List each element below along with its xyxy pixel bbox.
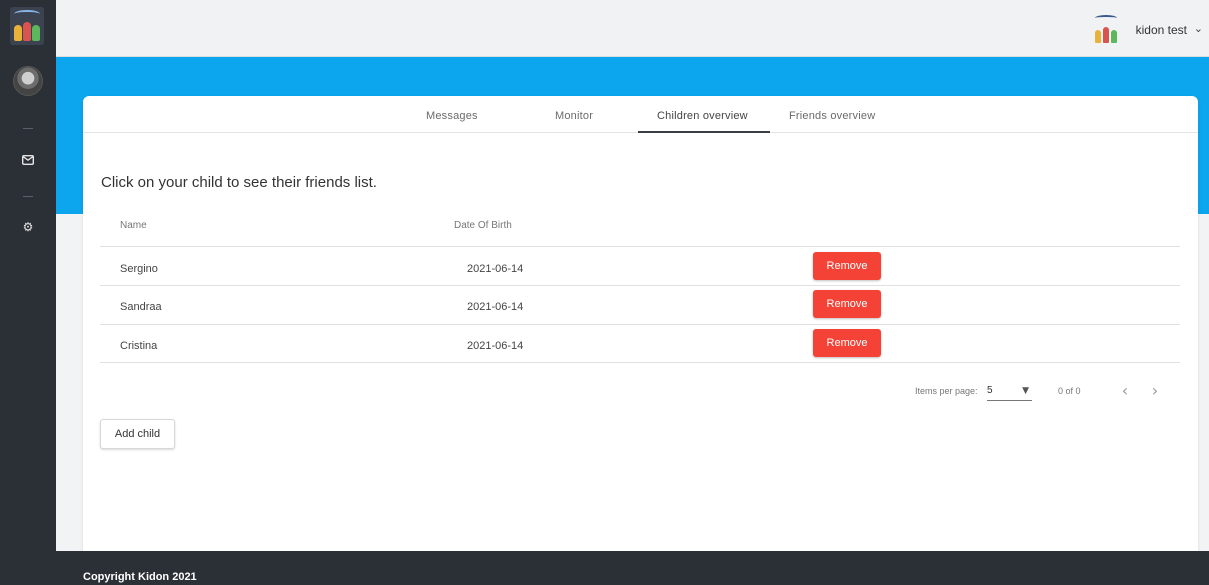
main-card: Messages Monitor Children overview Frien… [83, 96, 1198, 551]
page-range-label: 0 of 0 [1058, 386, 1081, 396]
table-divider [100, 285, 1180, 286]
logo-kid-figure [32, 25, 40, 41]
child-name[interactable]: Sergino [120, 263, 158, 275]
logo-kid-figure [14, 25, 22, 41]
remove-button[interactable]: Remove [813, 290, 881, 318]
table-divider [100, 324, 1180, 325]
mail-icon[interactable] [18, 150, 38, 170]
child-name[interactable]: Sandraa [120, 301, 162, 313]
logo-swoosh [1095, 15, 1117, 21]
top-bar: kidon test ⌄ [56, 0, 1209, 57]
add-child-button[interactable]: Add child [100, 419, 175, 449]
avatar[interactable] [13, 66, 43, 96]
logo-kid-figure [1103, 27, 1109, 43]
sidebar: ⚙ [0, 0, 56, 585]
mail-icon-svg [22, 155, 34, 165]
tab-children-overview[interactable]: Children overview [657, 110, 748, 122]
copyright-text: Copyright Kidon 2021 [83, 571, 197, 583]
gear-icon[interactable]: ⚙ [18, 217, 38, 237]
child-dob: 2021-06-14 [467, 263, 524, 275]
logo-kid-figure [1095, 30, 1101, 43]
next-page-icon[interactable]: › [1147, 381, 1163, 400]
table-divider [100, 362, 1180, 363]
logo-kid-figure [1111, 30, 1117, 43]
previous-page-icon[interactable]: ‹ [1117, 381, 1133, 400]
dropdown-arrow-icon: ▼ [1022, 386, 1029, 396]
kidon-logo[interactable] [10, 7, 44, 45]
remove-button[interactable]: Remove [813, 329, 881, 357]
table-divider [100, 246, 1180, 247]
tab-friends-overview[interactable]: Friends overview [789, 110, 875, 122]
items-per-page-label: Items per page: [915, 386, 978, 396]
tab-bar: Messages Monitor Children overview Frien… [83, 96, 1198, 133]
active-tab-indicator [638, 131, 770, 133]
instruction-text: Click on your child to see their friends… [101, 174, 377, 191]
logo-kid-figure [23, 22, 31, 41]
kidon-small-logo [1093, 15, 1119, 43]
page-size-value: 5 [987, 385, 993, 396]
sidebar-divider [23, 128, 33, 129]
child-dob: 2021-06-14 [467, 340, 524, 352]
remove-button[interactable]: Remove [813, 252, 881, 280]
tab-messages[interactable]: Messages [426, 110, 478, 122]
footer: Copyright Kidon 2021 [56, 551, 1209, 585]
column-header-name: Name [120, 220, 147, 231]
child-dob: 2021-06-14 [467, 301, 524, 313]
user-menu-name[interactable]: kidon test [1136, 23, 1187, 37]
column-header-dob: Date Of Birth [454, 220, 512, 231]
chevron-down-icon[interactable]: ⌄ [1194, 22, 1203, 35]
child-name[interactable]: Cristina [120, 340, 157, 352]
tab-monitor[interactable]: Monitor [555, 110, 593, 122]
page-size-select[interactable]: 5 ▼ [987, 383, 1032, 401]
sidebar-divider [23, 196, 33, 197]
logo-swoosh [14, 10, 40, 18]
